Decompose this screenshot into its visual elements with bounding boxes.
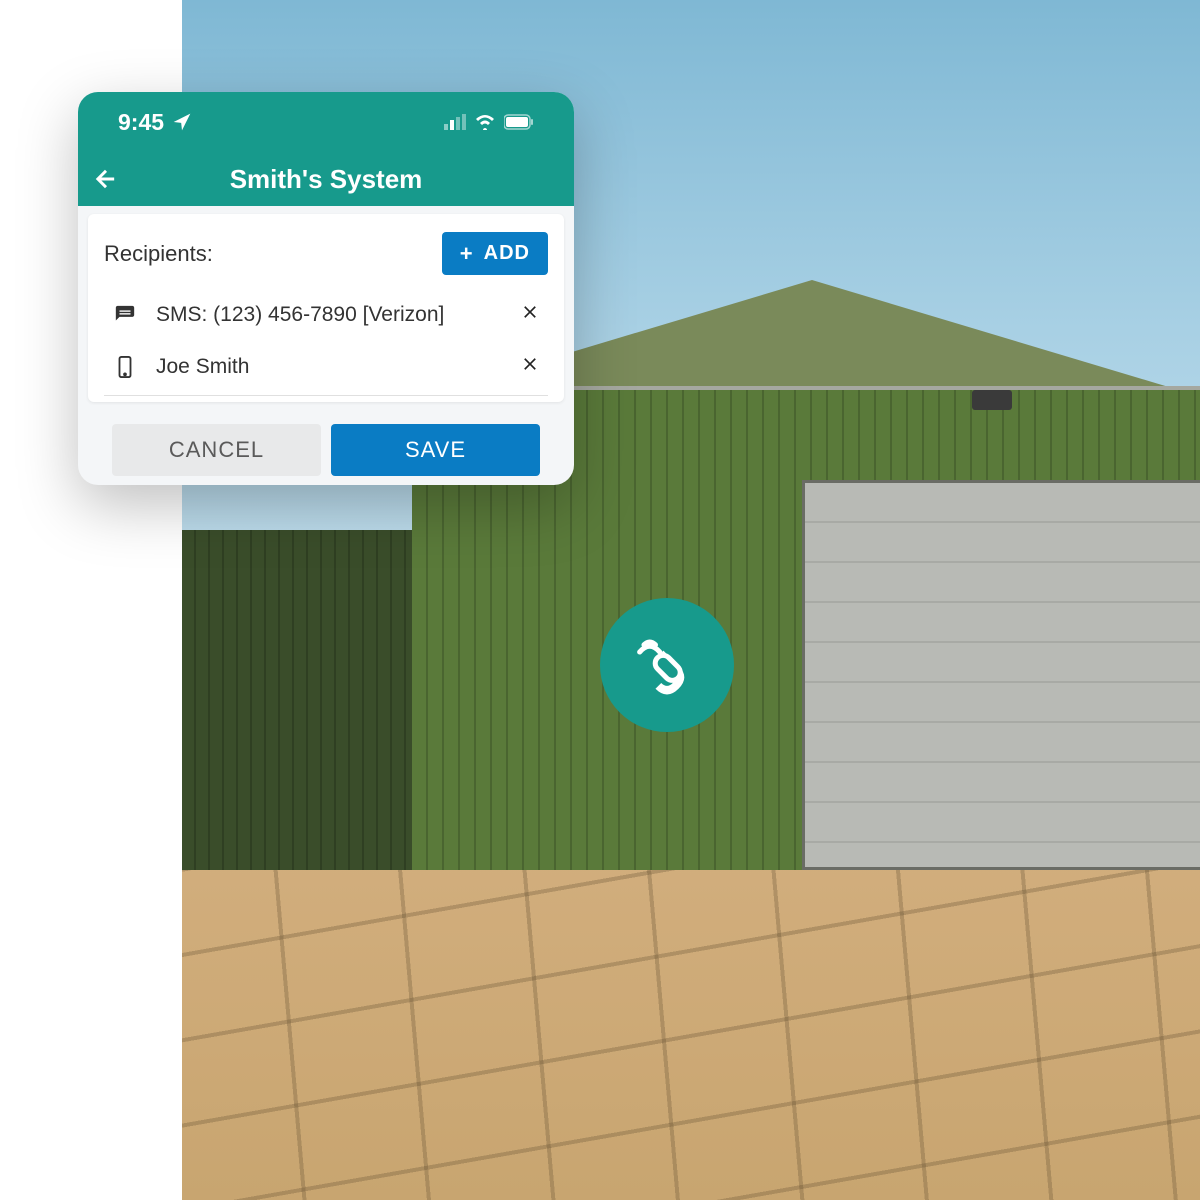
header-bar: Smith's System xyxy=(78,152,574,206)
remote-signal-icon xyxy=(631,629,703,701)
wifi-icon xyxy=(474,114,496,130)
cellular-icon xyxy=(444,114,466,130)
plus-icon: + xyxy=(460,243,474,265)
recipient-row: Joe Smith xyxy=(104,341,548,393)
save-button[interactable]: SAVE xyxy=(331,424,540,476)
status-time: 9:45 xyxy=(118,109,164,136)
page-title: Smith's System xyxy=(92,164,560,195)
cancel-button[interactable]: CANCEL xyxy=(112,424,321,476)
recipient-text: Joe Smith xyxy=(156,355,502,379)
recipients-label: Recipients: xyxy=(104,241,213,267)
recipient-row: SMS: (123) 456-7890 [Verizon] xyxy=(104,289,548,341)
arrow-left-icon xyxy=(92,165,120,193)
add-recipient-button[interactable]: + ADD xyxy=(442,232,548,275)
recipient-text: SMS: (123) 456-7890 [Verizon] xyxy=(156,303,502,327)
location-icon xyxy=(172,112,192,132)
remote-control-badge xyxy=(600,598,734,732)
recipients-card: Recipients: + ADD SMS: (123) xyxy=(88,214,564,402)
status-bar: 9:45 xyxy=(78,92,574,152)
remove-recipient-button[interactable] xyxy=(520,302,540,328)
phone-icon xyxy=(112,356,138,378)
back-button[interactable] xyxy=(92,165,120,193)
recipients-list: SMS: (123) 456-7890 [Verizon] xyxy=(104,289,548,396)
phone-mockup: 9:45 xyxy=(78,92,574,485)
close-icon xyxy=(520,354,540,374)
sms-icon xyxy=(112,304,138,326)
add-button-label: ADD xyxy=(484,242,530,265)
garage-door xyxy=(802,480,1200,870)
remove-recipient-button[interactable] xyxy=(520,354,540,380)
battery-icon xyxy=(504,114,534,130)
close-icon xyxy=(520,302,540,322)
